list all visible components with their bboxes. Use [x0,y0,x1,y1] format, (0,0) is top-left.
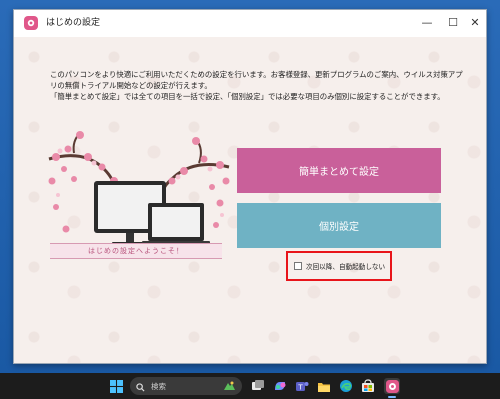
widgets-icon [222,377,236,396]
content-area: このパソコンをより快適にご利用いただくための設定を行います。お客様登録、更新プロ… [14,37,486,363]
maximize-button[interactable]: ☐ [444,14,462,32]
disable-autostart-option: 次回以降、自動起動しない [286,251,392,281]
svg-text:T: T [297,384,303,392]
app-icon [24,16,38,30]
description-text: このパソコンをより快適にご利用いただくための設定を行います。お客様登録、更新プロ… [50,69,470,102]
active-app-indicator [388,396,396,398]
description-line-2: リの無償トライアル開始などの設定が行えます。 [50,81,212,90]
close-button[interactable]: ✕ [466,14,484,32]
welcome-illustration: はじめの設定へようこそ！ [44,129,234,269]
taskbar-search[interactable]: 検索 [130,377,242,395]
setup-app-taskbar-icon[interactable] [384,378,400,394]
description-line-3: 「簡単まとめて設定」では全ての項目を一括で設定、「個別設定」では必要な項目のみ個… [50,92,445,101]
taskbar: 検索 T [0,373,500,399]
maximize-icon: ☐ [448,16,458,29]
store-icon[interactable] [360,378,376,394]
windows-start-icon[interactable] [108,378,124,394]
file-explorer-icon[interactable] [316,378,332,394]
disable-autostart-checkbox[interactable] [294,262,302,270]
setup-app-icon [385,379,399,393]
individual-setup-button[interactable]: 個別設定 [237,203,441,248]
search-placeholder: 検索 [151,381,166,391]
search-icon [136,377,145,396]
copilot-icon[interactable] [272,378,288,394]
window-title: はじめの設定 [46,18,101,28]
description-line-1: このパソコンをより快適にご利用いただくための設定を行います。お客様登録、更新プロ… [50,70,463,79]
close-icon: ✕ [470,16,480,29]
easy-setup-button[interactable]: 簡単まとめて設定 [237,148,441,193]
setup-window: はじめの設定 — ☐ ✕ このパソコンをより快適にご利用いただくための設定を行い… [13,9,487,364]
minimize-icon: — [421,16,433,29]
teams-icon[interactable]: T [294,378,310,394]
minimize-button[interactable]: — [418,14,436,32]
edge-icon[interactable] [338,378,354,394]
task-view-icon[interactable] [250,378,266,394]
disable-autostart-label[interactable]: 次回以降、自動起動しない [306,261,385,271]
title-bar: はじめの設定 — ☐ ✕ [14,10,486,37]
welcome-banner-text: はじめの設定へようこそ！ [88,247,184,255]
welcome-banner: はじめの設定へようこそ！ [50,243,222,259]
